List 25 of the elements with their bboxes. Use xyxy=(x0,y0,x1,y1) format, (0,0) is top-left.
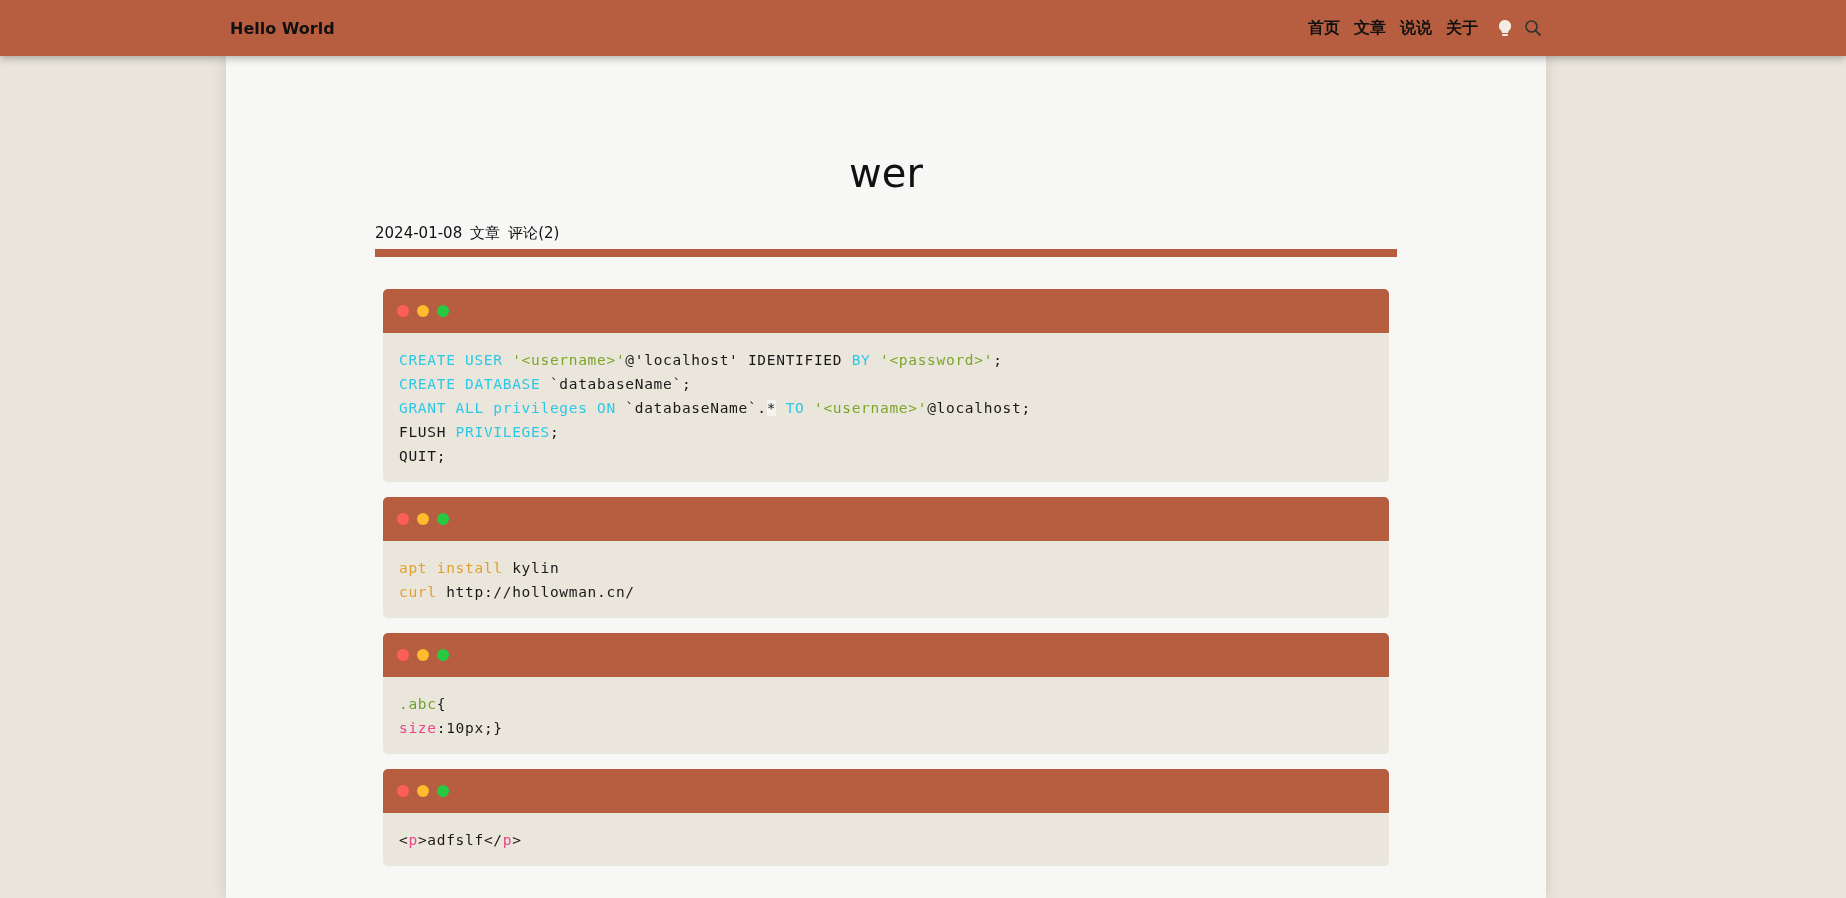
post-title: wer xyxy=(848,150,924,196)
post-category[interactable]: 文章 xyxy=(470,224,501,243)
nav-link[interactable]: 说说 xyxy=(1400,17,1432,39)
code-line: CREATE USER '<username>'@'localhost' IDENTIFIED BY '<password>'; xyxy=(399,351,1004,370)
nav-link[interactable]: 首页 xyxy=(1308,17,1340,39)
lightbulb-icon[interactable] xyxy=(1498,19,1512,37)
nav-link[interactable]: 关于 xyxy=(1446,17,1478,39)
code-line: QUIT; xyxy=(399,447,448,466)
site-title[interactable]: Hello World xyxy=(230,18,335,38)
comment-count[interactable]: 评论(2) xyxy=(508,224,560,243)
window-controls-icon xyxy=(397,785,449,797)
code-line: size:10px;} xyxy=(399,719,504,738)
code-line: apt install kylin xyxy=(399,559,561,578)
code-line: GRANT ALL privileges ON `databaseName`.* TO '<username>'@localhost; xyxy=(399,399,1032,418)
nav-link[interactable]: 文章 xyxy=(1354,17,1386,39)
code-line: <p>adfslf</p> xyxy=(399,831,523,850)
window-controls-icon xyxy=(397,649,449,661)
code-line: CREATE DATABASE `databaseName`; xyxy=(399,375,693,394)
window-controls-icon xyxy=(397,513,449,525)
window-controls-icon xyxy=(397,305,449,317)
code-line: .abc{ xyxy=(399,695,448,714)
search-icon[interactable] xyxy=(1524,19,1542,37)
post-date: 2024-01-08 xyxy=(375,224,463,243)
code-line: curl http://hollowman.cn/ xyxy=(399,583,636,602)
code-line: FLUSH PRIVILEGES; xyxy=(399,423,561,442)
